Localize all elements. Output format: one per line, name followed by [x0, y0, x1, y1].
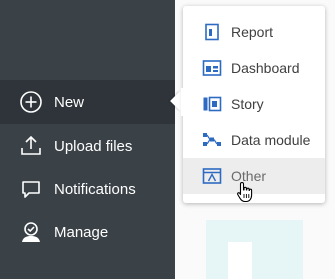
- upload-icon: [18, 133, 44, 159]
- menu-item-dashboard[interactable]: Dashboard: [183, 50, 325, 86]
- nav-item-notifications[interactable]: Notifications: [0, 167, 175, 211]
- content-tile[interactable]: [206, 220, 303, 279]
- menu-item-story[interactable]: Story: [183, 86, 325, 122]
- data-module-icon: [202, 130, 222, 150]
- nav-item-label: New: [54, 93, 85, 111]
- menu-item-label: Report: [231, 24, 274, 40]
- side-navigation: New Upload files Notifications Manage: [0, 0, 175, 279]
- other-icon: [202, 166, 222, 186]
- flyout-caret-cover: [181, 88, 191, 116]
- report-icon: [202, 22, 222, 42]
- hand-pointer-cursor-icon: [236, 181, 254, 203]
- content-tile-inner: [228, 242, 252, 279]
- menu-item-label: Dashboard: [231, 60, 300, 76]
- dashboard-icon: [202, 58, 222, 78]
- menu-item-label: Story: [231, 96, 264, 112]
- menu-item-report[interactable]: Report: [183, 14, 325, 50]
- menu-item-label: Data module: [231, 132, 311, 148]
- nav-item-manage[interactable]: Manage: [0, 210, 175, 254]
- nav-item-label: Notifications: [54, 180, 136, 198]
- new-flyout-menu: Report Dashboard Story Data module Other: [183, 6, 325, 203]
- nav-item-new[interactable]: New: [0, 80, 175, 124]
- plus-circle-icon: [18, 89, 44, 115]
- menu-item-data-module[interactable]: Data module: [183, 122, 325, 158]
- nav-item-upload-files[interactable]: Upload files: [0, 124, 175, 168]
- app-screen: New Upload files Notifications Manage Re…: [0, 0, 335, 279]
- story-icon: [202, 94, 222, 114]
- nav-item-label: Manage: [54, 223, 109, 241]
- nav-item-label: Upload files: [54, 137, 133, 155]
- menu-item-other[interactable]: Other: [183, 158, 325, 194]
- manage-user-icon: [18, 219, 44, 245]
- chat-bubble-icon: [18, 176, 44, 202]
